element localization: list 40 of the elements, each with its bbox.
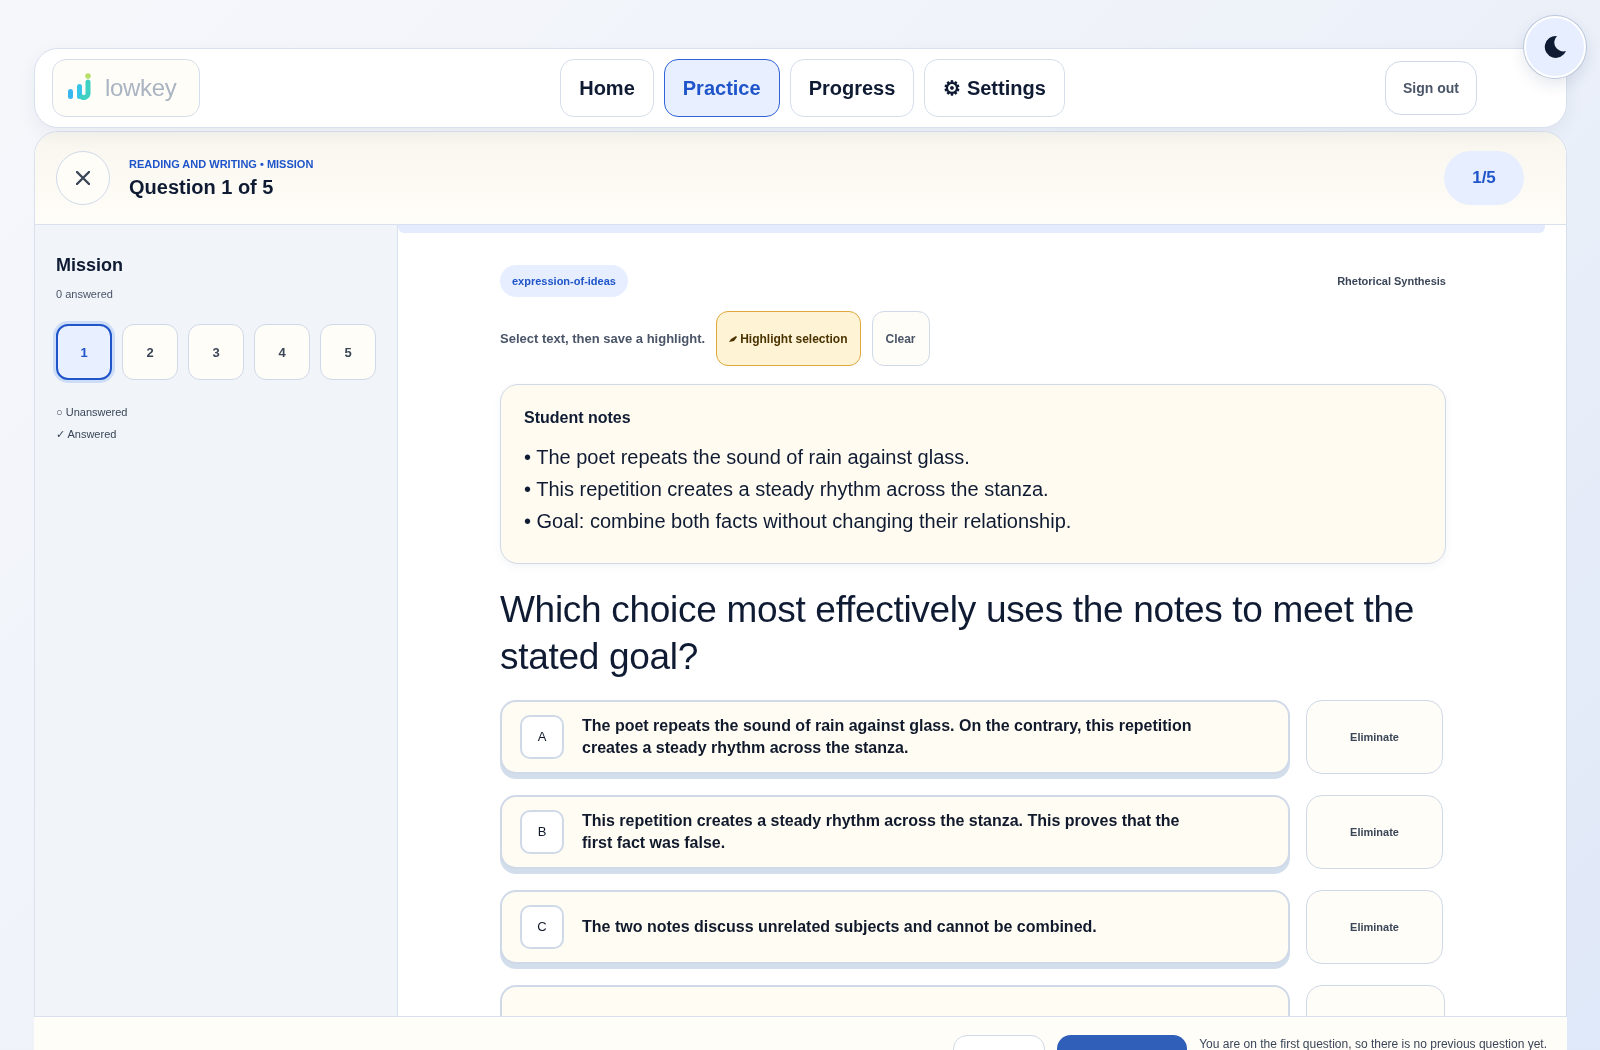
legend-item: ○ Unanswered xyxy=(56,406,129,418)
question-number-button[interactable]: 1 xyxy=(56,324,112,380)
note-item: • Goal: combine both facts without changing their relationship. xyxy=(524,509,1073,534)
question-prompt: Which choice most effectively uses the notes to meet the stated goal? xyxy=(500,588,1416,679)
question-number-button[interactable]: 3 xyxy=(188,324,244,380)
legend-item: ✓ Answered xyxy=(56,428,118,441)
moon-icon xyxy=(1543,35,1567,59)
notes-title: Student notes xyxy=(524,409,632,427)
theme-toggle-button[interactable] xyxy=(1524,16,1586,78)
eliminate-button[interactable]: Eliminate xyxy=(1306,890,1443,964)
nav-tab[interactable]: ⚙ Settings xyxy=(924,59,1065,117)
logo-text: lowkey xyxy=(105,74,177,102)
choice-letter: B xyxy=(520,810,564,854)
sign-out-button[interactable]: Sign out xyxy=(1385,61,1477,115)
highlighter-icon xyxy=(729,335,738,342)
skill-label: Rhetorical Synthesis xyxy=(1337,275,1446,287)
eliminate-button[interactable]: Eliminate xyxy=(1306,795,1443,869)
close-button[interactable] xyxy=(56,151,110,205)
answered-count: 0 answered xyxy=(56,288,113,300)
highlight-hint: Select text, then save a highlight. xyxy=(500,331,706,346)
breadcrumb: READING AND WRITING • MISSION xyxy=(129,157,315,170)
nav-tab[interactable]: Home xyxy=(560,59,654,117)
topic-tag: expression-of-ideas xyxy=(500,265,628,297)
eliminate-button[interactable]: Eliminate xyxy=(1306,700,1443,774)
question-number-button[interactable]: 5 xyxy=(320,324,376,380)
question-counter: 1/5 xyxy=(1444,151,1524,205)
choice-letter: A xyxy=(520,715,564,759)
footer-message: You are on the first question, so there is no previous question yet. xyxy=(1199,1037,1547,1050)
question-title: Question 1 of 5 xyxy=(129,175,275,199)
sidebar-title: Mission xyxy=(56,255,124,276)
question-number-button[interactable]: 4 xyxy=(254,324,310,380)
note-item: • This repetition creates a steady rhythm across the stanza. xyxy=(524,477,1050,502)
close-icon xyxy=(76,171,90,185)
choice-letter: C xyxy=(520,905,564,949)
highlight-button[interactable]: Highlight selection xyxy=(716,311,861,366)
nav-tab[interactable]: Practice xyxy=(663,59,780,117)
nav-tab[interactable]: Progress xyxy=(789,59,915,117)
note-item: • The poet repeats the sound of rain against glass. xyxy=(524,445,971,470)
clear-button[interactable]: Clear xyxy=(871,311,930,366)
question-number-button[interactable]: 2 xyxy=(122,324,178,380)
